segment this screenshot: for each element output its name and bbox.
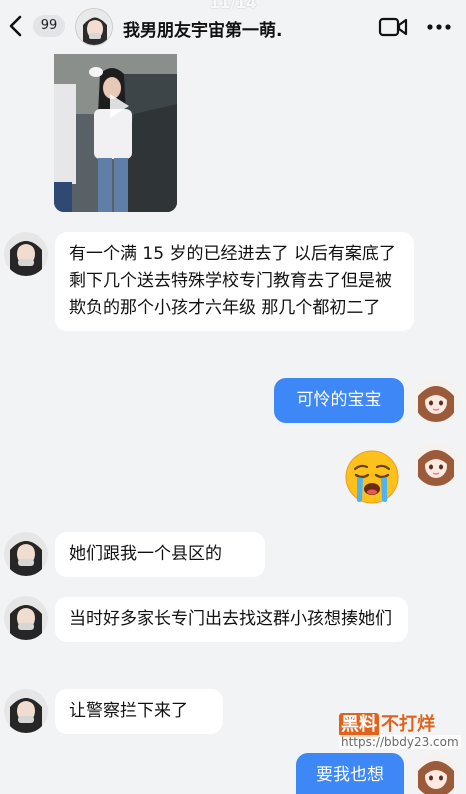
girl-portrait-icon	[76, 9, 112, 45]
message-bubble[interactable]: 让警察拦下来了	[55, 689, 223, 734]
more-dots-icon	[427, 24, 451, 30]
back-button[interactable]	[6, 12, 26, 40]
watermark-brand-highlight: 黑料	[339, 713, 379, 737]
site-watermark: 黑料 不打烊 https://bbdy23.com	[339, 710, 461, 754]
anime-girl-avatar-icon	[414, 442, 458, 486]
message-bubble[interactable]: 她们跟我一个县区的	[55, 532, 265, 577]
girl-portrait-icon	[4, 232, 48, 276]
watermark-url: https://bbdy23.com	[339, 735, 461, 749]
chevron-left-icon	[9, 15, 22, 37]
crying-face-icon	[345, 450, 399, 504]
girl-portrait-icon	[4, 532, 48, 576]
sender-avatar[interactable]	[4, 596, 48, 640]
page-indicator: 11/14	[209, 0, 257, 12]
anime-girl-avatar-icon	[414, 753, 458, 794]
girl-portrait-icon	[4, 596, 48, 640]
my-avatar[interactable]	[414, 442, 458, 486]
watermark-brand: 黑料 不打烊	[339, 710, 435, 737]
video-call-button[interactable]	[378, 16, 408, 38]
message-bubble[interactable]: 可怜的宝宝	[274, 378, 404, 423]
play-icon	[110, 94, 129, 118]
watermark-brand-rest: 不打烊	[381, 714, 435, 735]
my-avatar[interactable]	[414, 753, 458, 794]
anime-girl-avatar-icon	[414, 378, 458, 422]
message-bubble[interactable]: 有一个满 15 岁的已经进去了 以后有案底了 剩下几个送去特殊学校专门教育去了但…	[55, 232, 414, 331]
sender-avatar[interactable]	[4, 232, 48, 276]
my-avatar[interactable]	[414, 378, 458, 422]
message-bubble[interactable]: 要我也想	[296, 753, 404, 794]
unread-count-badge[interactable]: 99	[33, 15, 65, 37]
sender-avatar[interactable]	[4, 532, 48, 576]
sender-avatar[interactable]	[4, 689, 48, 733]
video-preview-image	[54, 54, 177, 212]
more-options-button[interactable]	[426, 16, 452, 38]
video-camera-icon	[378, 17, 408, 37]
chat-header: 11/14 99 我男朋友宇宙第一萌.	[0, 0, 466, 54]
video-message-thumbnail[interactable]	[54, 54, 177, 212]
girl-portrait-icon	[4, 689, 48, 733]
chat-title: 我男朋友宇宙第一萌.	[123, 21, 283, 41]
message-bubble[interactable]: 当时好多家长专门出去找这群小孩想揍她们	[55, 597, 408, 642]
contact-avatar[interactable]	[75, 8, 113, 46]
emoji-message[interactable]	[344, 449, 400, 505]
